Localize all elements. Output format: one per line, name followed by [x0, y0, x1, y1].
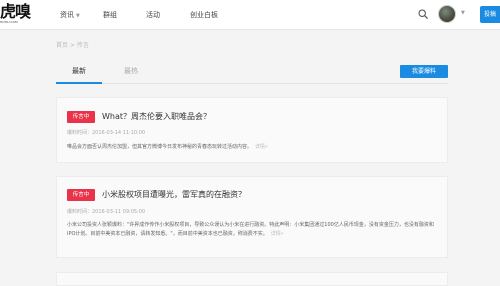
tab-hot[interactable]: 最热: [116, 58, 146, 84]
nav-item-news[interactable]: 资讯 ▼: [60, 8, 80, 23]
top-navigation-bar: 虎嗅 HUXIU.COM 资讯 ▼ 群组 活动 创业白板 ▼ 投稿: [0, 0, 500, 30]
status-badge: 传言中: [67, 111, 95, 123]
list-item: 传言中 What？周杰伦要入职唯品会？ 爆料时间：2016-03-14 11:1…: [56, 97, 448, 163]
list-item: 传言中 小米股权项目遭曝光，雷军真的在融资？ 爆料时间：2016-03-11 0…: [56, 176, 448, 258]
nav-item-groups[interactable]: 群组: [103, 8, 117, 22]
post-title[interactable]: 小米股权项目遭曝光，雷军真的在融资？: [102, 189, 246, 201]
avatar[interactable]: [438, 5, 456, 23]
breadcrumb: 首页 > 传言: [56, 42, 89, 49]
post-summary-text: 唯品会方面否认周杰伦加盟，但其官方微博今日发布神秘的青春态玩转过活动内容。: [67, 144, 253, 150]
site-logo[interactable]: 虎嗅 HUXIU.COM: [0, 2, 31, 26]
nav-item-events[interactable]: 活动: [146, 8, 160, 22]
tab-latest[interactable]: 最新: [56, 58, 102, 84]
search-icon[interactable]: [418, 9, 428, 19]
tab-bar: 最新 最热 我要爆料: [56, 58, 448, 84]
post-summary-text: 小米公司投资人张颖爆料："许昇成作传作小米股权项目，导致公众误认为小米在进行融资…: [67, 222, 434, 237]
contribute-button[interactable]: 投稿: [480, 6, 500, 23]
details-link[interactable]: 详情»: [271, 231, 284, 237]
post-time: 爆料时间：2016-03-14 11:10:00: [67, 130, 146, 136]
chevron-down-icon[interactable]: ▼: [461, 10, 465, 16]
list-item: [56, 272, 448, 286]
post-time: 爆料时间：2016-03-11 09:05:00: [67, 209, 146, 215]
chevron-down-icon: ▼: [76, 13, 80, 19]
report-rumor-button[interactable]: 我要爆料: [400, 65, 448, 78]
nav-item-whiteboard[interactable]: 创业白板: [190, 8, 218, 22]
status-badge: 传言中: [67, 189, 95, 201]
nav-item-label: 资讯: [60, 11, 74, 19]
post-title[interactable]: What？周杰伦要入职唯品会？: [102, 111, 211, 123]
details-link[interactable]: 详情»: [255, 144, 268, 150]
post-summary: 唯品会方面否认周杰伦加盟，但其官方微博今日发布神秘的青春态玩转过活动内容。 详情»: [67, 143, 441, 152]
logo-mark: 虎嗅: [0, 2, 31, 21]
post-summary: 小米公司投资人张颖爆料："许昇成作传作小米股权项目，导致公众误认为小米在进行融资…: [67, 221, 441, 239]
